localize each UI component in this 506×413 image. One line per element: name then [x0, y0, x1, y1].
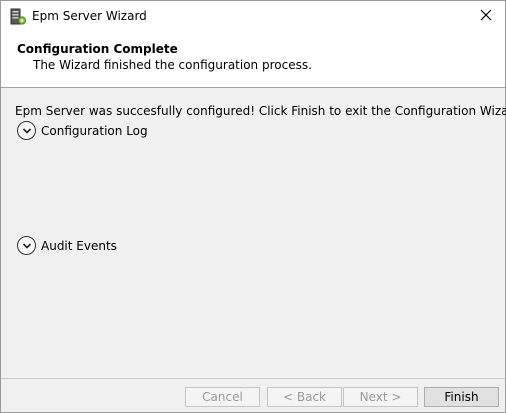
configuration-log-expander[interactable]: Configuration Log: [17, 121, 148, 140]
server-gear-icon: [9, 8, 27, 26]
close-icon: [480, 9, 492, 24]
audit-events-expander[interactable]: Audit Events: [17, 236, 117, 255]
back-button[interactable]: < Back: [267, 387, 342, 407]
chevron-down-icon: [17, 236, 36, 255]
completion-message: Epm Server was succesfully configured! C…: [15, 104, 506, 118]
wizard-header: Configuration Complete The Wizard finish…: [1, 32, 505, 88]
cancel-button[interactable]: Cancel: [185, 387, 260, 407]
title-bar: Epm Server Wizard: [1, 1, 505, 32]
wizard-content: Epm Server was succesfully configured! C…: [1, 89, 506, 377]
audit-events-label: Audit Events: [41, 238, 117, 253]
wizard-window: Epm Server Wizard Configuration Complete…: [0, 0, 506, 413]
close-button[interactable]: [467, 1, 505, 32]
window-title: Epm Server Wizard: [32, 9, 147, 23]
chevron-down-icon: [17, 121, 36, 140]
next-button[interactable]: Next >: [343, 387, 418, 407]
page-subtitle: The Wizard finished the configuration pr…: [33, 58, 312, 72]
configuration-log-label: Configuration Log: [41, 123, 148, 138]
finish-button[interactable]: Finish: [424, 387, 499, 407]
footer-divider: [1, 378, 505, 379]
page-title: Configuration Complete: [17, 42, 178, 56]
